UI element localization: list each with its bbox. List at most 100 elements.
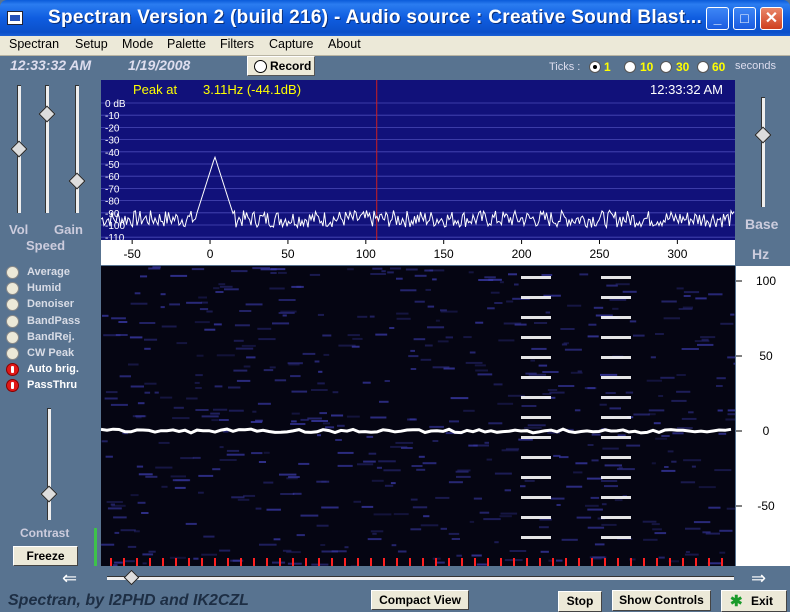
waterfall-pulse [601, 456, 631, 459]
waterfall-noise [144, 347, 151, 350]
waterfall-pulse [521, 316, 551, 319]
toggle-bandpass-indicator[interactable] [6, 314, 19, 328]
toggle-label[interactable]: Auto brig. [27, 363, 79, 375]
waterfall-noise [269, 287, 285, 290]
app-icon[interactable] [7, 11, 23, 25]
exit-button[interactable]: ✱ Exit [721, 590, 787, 612]
scroll-right-arrow[interactable]: ⇒ [751, 568, 766, 589]
waterfall-noise [138, 473, 153, 476]
waterfall-pulse [601, 316, 631, 319]
ticks-radio-60[interactable] [697, 61, 709, 73]
speed-slider-thumb[interactable] [68, 172, 86, 190]
waterfall-noise [291, 420, 297, 423]
toggle-label[interactable]: BandRej. [27, 331, 75, 343]
waterfall-noise [716, 377, 726, 380]
minimize-button[interactable]: _ [706, 7, 729, 30]
menu-spectran[interactable]: Spectran [9, 37, 59, 51]
ticks-radio-30[interactable] [660, 61, 672, 73]
waterfall-noise [550, 497, 565, 500]
waterfall-noise [541, 274, 553, 276]
waterfall-noise [224, 288, 239, 291]
waterfall-noise [331, 550, 347, 553]
toggle-auto-brig-indicator[interactable] [6, 363, 19, 377]
waterfall-display[interactable] [101, 266, 735, 566]
vol-label: Vol [9, 222, 29, 237]
waterfall-noise [730, 313, 735, 316]
menu-filters[interactable]: Filters [220, 37, 254, 51]
toggle-average-indicator[interactable] [6, 266, 19, 279]
waterfall-noise [172, 479, 191, 482]
waterfall-noise [280, 493, 295, 495]
gain-slider-thumb[interactable] [38, 105, 56, 123]
toggle-label[interactable]: CW Peak [27, 347, 74, 359]
horizontal-scroll-track[interactable] [107, 576, 734, 580]
waterfall-noise [432, 278, 437, 281]
ticks-radio-10[interactable] [624, 61, 636, 73]
waterfall-noise [346, 415, 360, 418]
toggle-label[interactable]: BandPass [27, 315, 80, 327]
waterfall-noise [357, 315, 368, 318]
ticks-radio-1[interactable] [589, 61, 601, 73]
speed-slider-track[interactable] [75, 85, 79, 213]
base-slider-thumb[interactable] [754, 126, 772, 144]
scroll-left-arrow[interactable]: ⇐ [62, 568, 77, 589]
waterfall-noise [643, 538, 658, 541]
show-controls-button[interactable]: Show Controls [612, 590, 711, 611]
vol-slider-thumb[interactable] [10, 140, 28, 158]
contrast-slider-thumb[interactable] [40, 485, 58, 503]
toggle-label[interactable]: PassThru [27, 379, 77, 391]
spectrum-display[interactable]: 0 dB -10 -20 -30 -40 -50 -60 -70 -80 -90 -100 -110 [100, 80, 735, 244]
freeze-button[interactable]: Freeze [13, 546, 78, 566]
base-slider-track[interactable] [761, 97, 765, 207]
waterfall-noise [373, 513, 392, 516]
toggle-humid-indicator[interactable] [6, 282, 19, 296]
menu-mode[interactable]: Mode [122, 37, 153, 51]
toggle-label[interactable]: Denoiser [27, 298, 74, 310]
spectrum-time: 12:33:32 AM [650, 82, 723, 97]
waterfall-noise [719, 529, 733, 532]
contrast-slider-track[interactable] [47, 408, 51, 520]
menu-palette[interactable]: Palette [167, 37, 206, 51]
menu-setup[interactable]: Setup [75, 37, 108, 51]
waterfall-noise [418, 455, 425, 458]
waterfall-noise [400, 289, 417, 292]
maximize-button[interactable]: □ [733, 7, 756, 30]
waterfall-noise [614, 499, 623, 502]
waterfall-noise [366, 435, 374, 438]
waterfall-noise [278, 299, 296, 301]
gain-slider-track[interactable] [45, 85, 49, 213]
waterfall-noise [226, 449, 240, 452]
menu-about[interactable]: About [328, 37, 361, 51]
waterfall-noise [370, 530, 384, 533]
waterfall-noise [130, 302, 148, 305]
gain-label: Gain [54, 222, 83, 237]
waterfall-noise [540, 550, 549, 553]
waterfall-noise [586, 477, 603, 480]
toggle-cw-peak-indicator[interactable] [6, 347, 19, 360]
toggle-bandrej-indicator[interactable] [6, 330, 19, 344]
waterfall-noise [170, 274, 188, 277]
toggle-passthru-indicator[interactable] [6, 379, 19, 393]
menu-capture[interactable]: Capture [269, 37, 313, 51]
toggle-label[interactable]: Humid [27, 282, 61, 294]
compact-view-button[interactable]: Compact View [371, 590, 469, 610]
waterfall-noise [142, 553, 154, 556]
waterfall-noise [351, 345, 360, 348]
horizontal-scroll-thumb[interactable] [123, 569, 140, 586]
waterfall-noise [191, 268, 205, 271]
title-bar[interactable]: Spectran Version 2 (build 216) - Audio s… [0, 0, 790, 36]
waterfall-pulse [601, 476, 631, 479]
toggle-denoiser-indicator[interactable] [6, 298, 19, 312]
waterfall-noise [493, 383, 503, 386]
waterfall-noise [456, 475, 471, 478]
frequency-tick-label: 300 [667, 247, 687, 261]
waterfall-noise [475, 369, 488, 372]
waterfall-noise [658, 395, 664, 397]
close-button[interactable]: ✕ [760, 7, 783, 30]
waterfall-noise [650, 356, 656, 359]
toggle-label[interactable]: Average [27, 266, 70, 278]
record-button[interactable]: Record [247, 56, 315, 76]
stop-button[interactable]: Stop [558, 591, 602, 612]
waterfall-noise [410, 349, 415, 352]
ticks-option-1: 1 [604, 60, 611, 74]
